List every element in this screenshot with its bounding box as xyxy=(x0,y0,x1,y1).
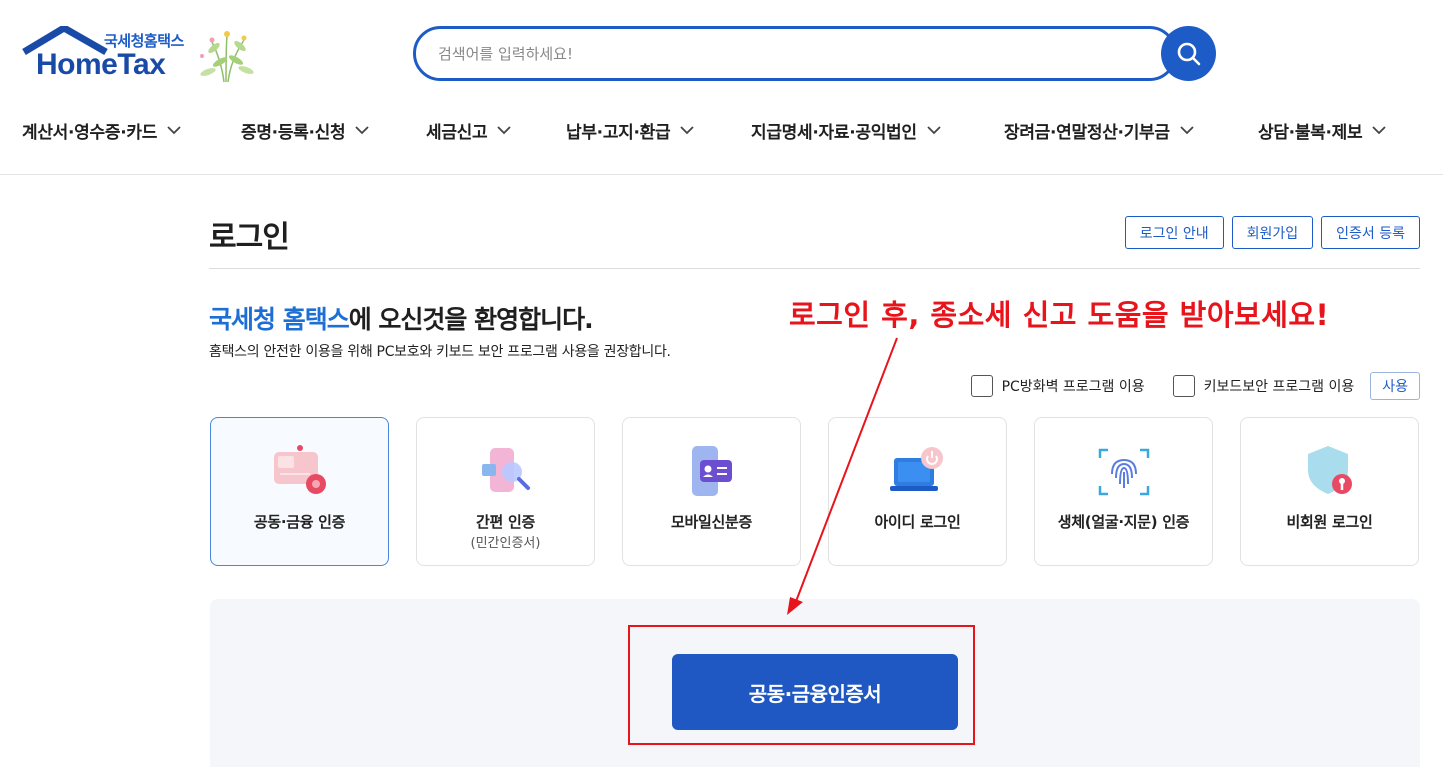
hometax-logo[interactable]: 국세청홈택스 HomeTax xyxy=(22,26,262,86)
join-button[interactable]: 회원가입 xyxy=(1231,216,1314,249)
nav-item-label: 지급명세·자료·공익법인 xyxy=(751,123,917,143)
certificate-card-icon xyxy=(273,445,326,494)
search-box xyxy=(413,26,1177,81)
welcome-rest: 에 오신것을 환영합니다. xyxy=(348,305,594,334)
search-button[interactable] xyxy=(1161,26,1216,81)
nav-item-label: 장려금·연말정산·기부금 xyxy=(1004,123,1170,143)
nav-item-label: 세금신고 xyxy=(426,123,488,143)
fingerprint-icon xyxy=(1098,448,1149,496)
main-nav: 계산서·영수증·카드 증명·등록·신청 세금신고 납부·고지·환급 지급명세·자… xyxy=(0,108,1443,152)
method-id-login[interactable]: 아이디 로그인 xyxy=(828,417,1007,566)
search-input[interactable] xyxy=(438,41,1138,67)
chevron-down-icon xyxy=(1180,126,1194,135)
welcome-heading: 국세청 홈택스에 오신것을 환영합니다. xyxy=(209,300,594,336)
method-label: 간편 인증 xyxy=(476,513,535,531)
nav-item-statements[interactable]: 지급명세·자료·공익법인 xyxy=(751,118,941,143)
nav-item-consult[interactable]: 상담·불복·제보 xyxy=(1258,118,1386,143)
method-label: 비회원 로그인 xyxy=(1286,513,1373,531)
firewall-checkbox[interactable]: PC방화벽 프로그램 이용 xyxy=(970,375,1145,397)
cert-register-button[interactable]: 인증서 등록 xyxy=(1321,216,1420,249)
method-simple-auth[interactable]: 간편 인증 (민간인증서) xyxy=(416,417,595,566)
nav-item-incentives[interactable]: 장려금·연말정산·기부금 xyxy=(1004,118,1194,143)
chevron-down-icon xyxy=(167,126,181,135)
keyboard-security-checkbox[interactable]: 키보드보안 프로그램 이용 xyxy=(1172,375,1355,397)
login-methods: 공동·금융 인증 간편 인증 (민간인증서) 모바일신분증 아이디 로그인 생체… xyxy=(210,417,1420,566)
annotation-highlight-box xyxy=(628,625,975,745)
nav-item-label: 증명·등록·신청 xyxy=(241,123,346,143)
method-label: 모바일신분증 xyxy=(670,513,752,531)
method-label: 생체(얼굴·지문) 인증 xyxy=(1057,513,1190,531)
title-divider xyxy=(209,268,1420,269)
nav-item-label: 상담·불복·제보 xyxy=(1258,123,1363,143)
method-label: 공동·금융 인증 xyxy=(253,513,346,531)
nav-item-label: 계산서·영수증·카드 xyxy=(22,123,158,143)
login-top-buttons: 로그인 안내 회원가입 인증서 등록 xyxy=(1124,216,1420,249)
nav-item-label: 납부·고지·환급 xyxy=(566,123,671,143)
firewall-label: PC방화벽 프로그램 이용 xyxy=(1001,379,1145,395)
keyboard-security-label: 키보드보안 프로그램 이용 xyxy=(1203,379,1355,395)
welcome-accent: 국세청 홈택스 xyxy=(209,305,350,334)
nav-item-tax-filing[interactable]: 세금신고 xyxy=(426,118,512,143)
login-guide-button[interactable]: 로그인 안내 xyxy=(1124,216,1224,249)
plant-decoration-icon xyxy=(200,31,254,83)
laptop-power-icon xyxy=(889,447,943,491)
method-non-member[interactable]: 비회원 로그인 xyxy=(1240,417,1419,566)
search-icon xyxy=(1177,42,1200,65)
checkbox-box[interactable] xyxy=(1172,375,1195,397)
nav-item-receipts[interactable]: 계산서·영수증·카드 xyxy=(22,118,181,143)
method-mobile-id[interactable]: 모바일신분증 xyxy=(622,417,801,566)
chevron-down-icon xyxy=(680,126,694,135)
logo-title: HomeTax xyxy=(36,48,166,81)
method-biometric[interactable]: 생체(얼굴·지문) 인증 xyxy=(1034,417,1213,566)
checkbox-box[interactable] xyxy=(970,375,993,397)
welcome-subtext: 홈택스의 안전한 이용을 위해 PC보호와 키보드 보안 프로그램 사용을 권장… xyxy=(209,344,671,360)
chevron-down-icon xyxy=(1372,126,1386,135)
chevron-down-icon xyxy=(497,126,512,135)
header-divider xyxy=(0,174,1443,175)
shield-key-icon xyxy=(1307,446,1352,494)
mobile-id-icon xyxy=(691,446,732,496)
chevron-down-icon xyxy=(355,126,369,135)
annotation-text: 로그인 후, 종소세 신고 도움을 받아보세요! xyxy=(789,298,1330,332)
nav-item-certificates[interactable]: 증명·등록·신청 xyxy=(241,118,369,143)
method-joint-cert[interactable]: 공동·금융 인증 xyxy=(210,417,389,566)
security-options: PC방화벽 프로그램 이용 키보드보안 프로그램 이용 사용 xyxy=(970,372,1420,400)
simple-auth-icon xyxy=(481,448,530,492)
nav-item-payment[interactable]: 납부·고지·환급 xyxy=(566,118,694,143)
page-title: 로그인 xyxy=(209,220,290,255)
chevron-down-icon xyxy=(927,126,941,135)
method-sublabel: (민간인증서) xyxy=(470,536,541,551)
method-label: 아이디 로그인 xyxy=(874,513,961,531)
use-button[interactable]: 사용 xyxy=(1370,372,1420,400)
